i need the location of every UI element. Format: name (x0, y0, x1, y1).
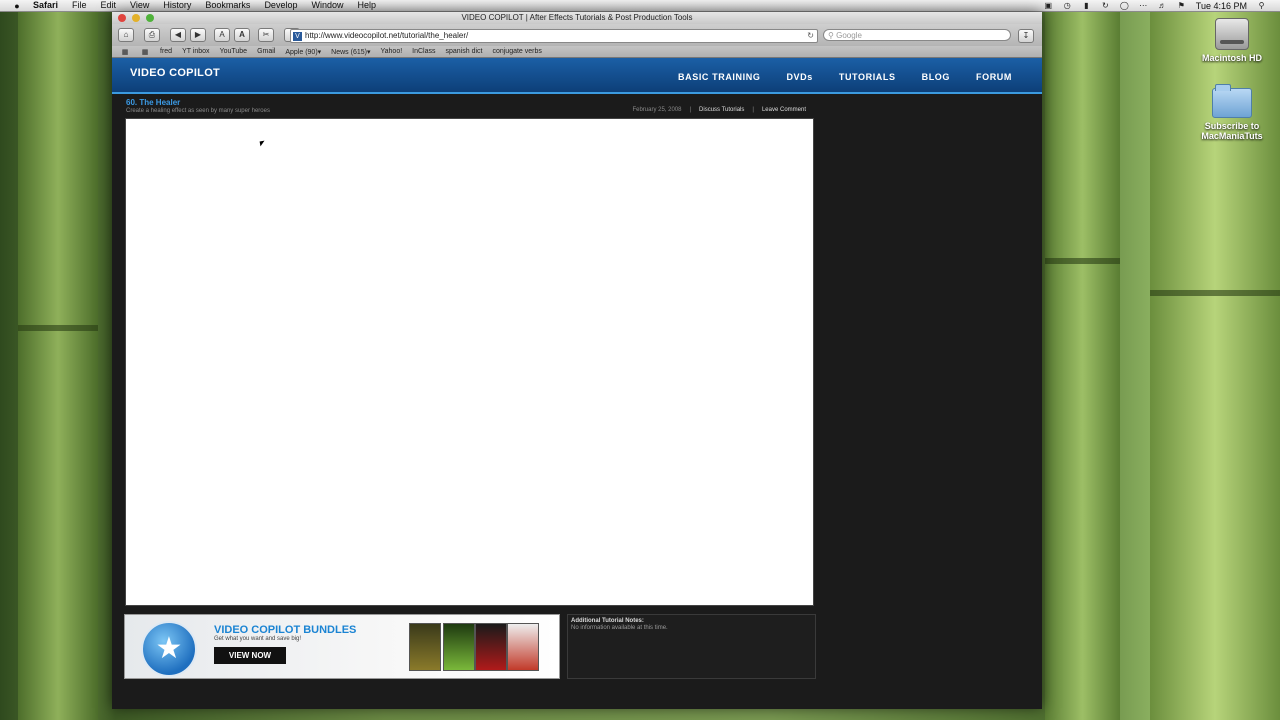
site-header: VIDEO COPILOT BASIC TRAINING DVDs TUTORI… (112, 58, 1042, 94)
clock[interactable]: Tue 4:16 PM (1196, 1, 1247, 11)
nav-tutorials[interactable]: TUTORIALS (839, 72, 896, 82)
open-book-icon[interactable]: ▦ (120, 48, 130, 56)
meta-separator: | (689, 107, 692, 113)
video-player[interactable] (125, 118, 814, 606)
tutorial-title: 60. The Healer (126, 98, 181, 107)
bookmark-item[interactable]: Gmail (257, 48, 275, 55)
downloads-icon[interactable]: ↧ (1018, 29, 1034, 43)
nav-blog[interactable]: BLOG (922, 72, 950, 82)
spotlight-icon[interactable]: ⚲ (1257, 1, 1266, 10)
browser-toolbar: ⌂ ⎙ ◀ ▶ A A ✂ + V http://www.videocopilo… (112, 24, 1042, 46)
reload-icon[interactable]: ↻ (807, 30, 814, 42)
desktop-icon-macintosh-hd[interactable]: Macintosh HD (1192, 18, 1272, 63)
star-logo-icon: ★ (141, 621, 197, 677)
bookmark-item[interactable]: YouTube (220, 48, 248, 55)
dvd-cover-image (507, 623, 539, 671)
menu-help[interactable]: Help (357, 0, 376, 11)
bookmark-item[interactable]: YT inbox (182, 48, 210, 55)
tutorial-meta: February 25, 2008 | Discuss Tutorials | … (632, 107, 806, 113)
forward-button[interactable]: ▶ (190, 28, 206, 42)
bamboo-stalk (18, 0, 98, 720)
hard-drive-icon (1215, 18, 1249, 50)
address-bar[interactable]: V http://www.videocopilot.net/tutorial/t… (290, 29, 818, 43)
banner-title: VIDEO COPILOT BUNDLES (214, 624, 357, 636)
web-page: VIDEO COPILOT BASIC TRAINING DVDs TUTORI… (112, 58, 1042, 709)
tutorial-subtitle: Create a healing effect as seen by many … (126, 108, 270, 114)
back-button[interactable]: ◀ (170, 28, 186, 42)
bookmark-item[interactable]: fred (160, 48, 172, 55)
grid-icon[interactable]: ▦ (140, 48, 150, 56)
more-icon[interactable]: ⋯ (1139, 1, 1148, 10)
minimize-window-icon[interactable] (132, 14, 140, 22)
text-bigger-icon[interactable]: A (234, 28, 250, 42)
snippet-icon[interactable]: ✂ (258, 28, 274, 42)
bamboo-stalk (1045, 0, 1120, 720)
bookmark-item[interactable]: Apple (90)▾ (285, 48, 321, 56)
notes-title: Additional Tutorial Notes: (571, 618, 644, 624)
home-icon[interactable]: ⌂ (118, 28, 134, 42)
zoom-window-icon[interactable] (146, 14, 154, 22)
status-menu-area: ▣ ◷ ▮ ↻ ◯ ⋯ ♬ ⚑ Tue 4:16 PM ⚲ (1044, 1, 1280, 11)
menu-develop[interactable]: Develop (264, 0, 297, 11)
apple-menu-icon[interactable]: ● (8, 1, 26, 11)
banner-subtitle: Get what you want and save big! (214, 636, 302, 642)
bookmark-item[interactable]: conjugate verbs (492, 48, 541, 55)
search-placeholder: Google (836, 31, 862, 40)
desktop-icon-subscribe-folder[interactable]: Subscribe to MacManiaTuts (1192, 84, 1272, 141)
menu-safari[interactable]: Safari (33, 0, 58, 11)
menu-view[interactable]: View (130, 0, 149, 11)
browser-window: VIDEO COPILOT | After Effects Tutorials … (112, 12, 1042, 709)
menu-window[interactable]: Window (311, 0, 343, 11)
site-favicon-icon: V (293, 31, 302, 41)
text-smaller-icon[interactable]: A (214, 28, 230, 42)
menu-bookmarks[interactable]: Bookmarks (205, 0, 250, 11)
dvd-cover-image (475, 623, 507, 671)
meta-separator: | (752, 107, 754, 113)
url-text[interactable]: http://www.videocopilot.net/tutorial/the… (305, 30, 468, 42)
bookmark-item[interactable]: Yahoo! (380, 48, 402, 55)
sync-icon[interactable]: ↻ (1101, 1, 1110, 10)
bookmark-item[interactable]: News (615)▾ (331, 48, 370, 56)
bluetooth-icon[interactable]: ▮ (1082, 1, 1091, 10)
menu-history[interactable]: History (163, 0, 191, 11)
site-nav: BASIC TRAINING DVDs TUTORIALS BLOG FORUM (678, 72, 1012, 82)
window-title: VIDEO COPILOT | After Effects Tutorials … (461, 13, 693, 22)
mouse-cursor-icon (259, 140, 266, 147)
leave-comment-link[interactable]: Leave Comment (762, 107, 806, 113)
nav-basic-training[interactable]: BASIC TRAINING (678, 72, 760, 82)
screen-record-icon[interactable]: ▣ (1044, 1, 1053, 10)
print-icon[interactable]: ⎙ (144, 28, 160, 42)
time-machine-icon[interactable]: ◷ (1063, 1, 1072, 10)
flag-icon[interactable]: ⚑ (1177, 1, 1186, 10)
nav-forum[interactable]: FORUM (976, 72, 1012, 82)
tutorial-date: February 25, 2008 (632, 107, 682, 113)
bookmark-item[interactable]: spanish dict (446, 48, 483, 55)
bookmarks-bar: ▦ ▦ fred YT inbox YouTube Gmail Apple (9… (112, 46, 1042, 58)
close-window-icon[interactable] (118, 14, 126, 22)
nav-dvds[interactable]: DVDs (786, 72, 812, 82)
menu-file[interactable]: File (72, 0, 87, 11)
desktop-icon-label: Subscribe to MacManiaTuts (1201, 121, 1263, 141)
volume-icon[interactable]: ♬ (1158, 1, 1167, 10)
search-input[interactable]: ⚲ Google (823, 29, 1011, 41)
window-titlebar: VIDEO COPILOT | After Effects Tutorials … (112, 12, 1042, 24)
dvd-cover-image (409, 623, 441, 671)
wifi-icon[interactable]: ◯ (1120, 1, 1129, 10)
menu-edit[interactable]: Edit (101, 0, 117, 11)
bundles-banner[interactable]: ★ VIDEO COPILOT BUNDLES Get what you wan… (124, 614, 560, 679)
view-now-button[interactable]: VIEW NOW (214, 647, 286, 664)
folder-icon (1212, 84, 1252, 118)
discuss-tutorials-link[interactable]: Discuss Tutorials (699, 107, 744, 113)
menu-bar: ● Safari File Edit View History Bookmark… (0, 0, 1280, 12)
bookmark-item[interactable]: InClass (412, 48, 435, 55)
desktop-icon-label: Macintosh HD (1201, 53, 1262, 63)
tutorial-notes-panel: Additional Tutorial Notes: No informatio… (567, 614, 816, 679)
dvd-cover-image (443, 623, 475, 671)
site-logo[interactable]: VIDEO COPILOT (130, 67, 220, 79)
notes-text: No information available at this time. (571, 625, 668, 631)
search-icon: ⚲ (828, 31, 837, 40)
